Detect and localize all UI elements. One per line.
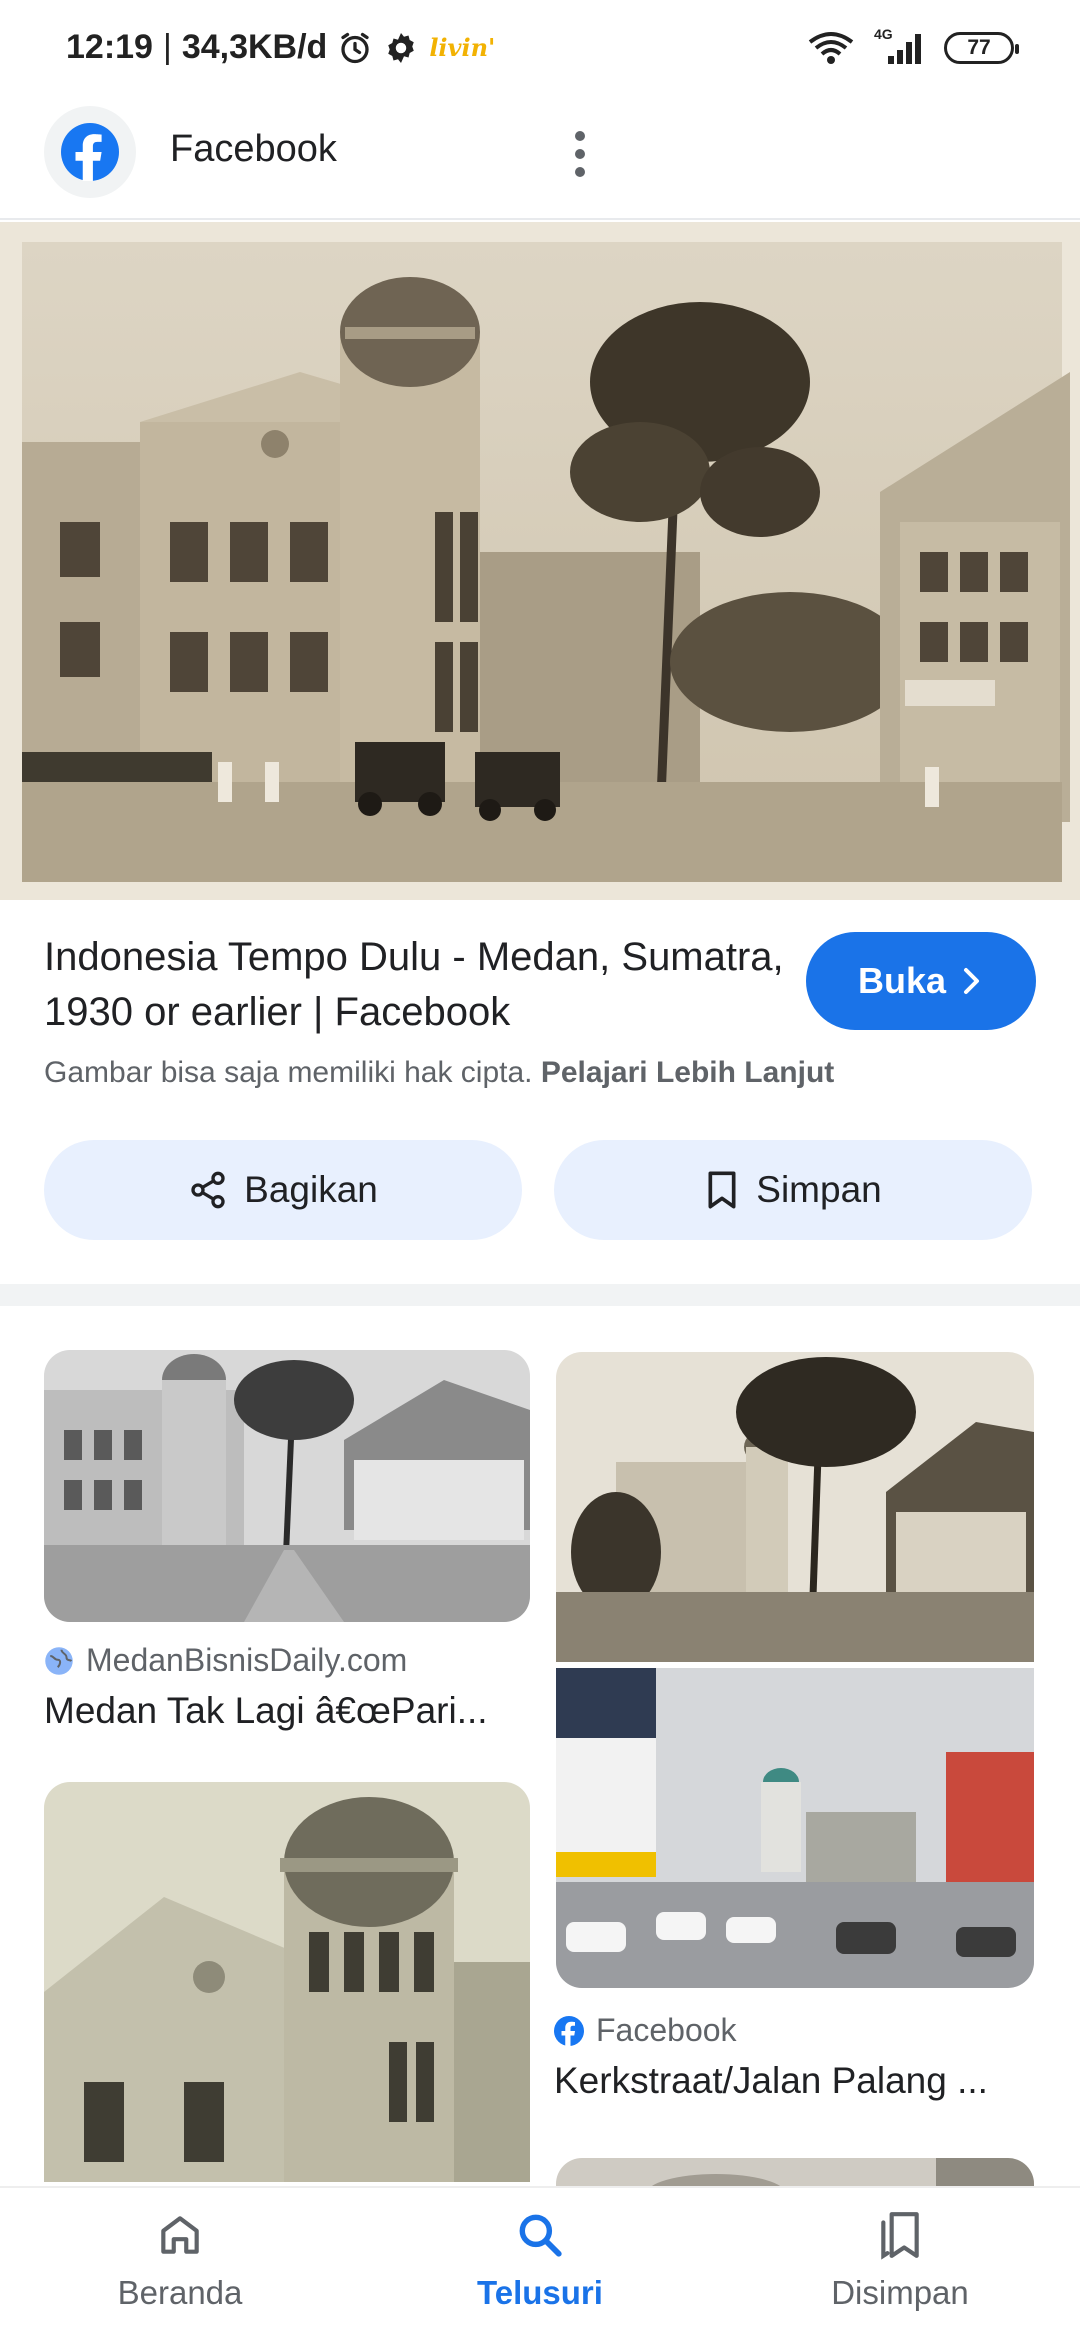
nav-saved-label: Disimpan: [831, 2274, 969, 2311]
wifi-icon: [808, 32, 854, 64]
main-result-image[interactable]: [0, 222, 1080, 900]
chevron-right-icon: [964, 968, 980, 994]
facebook-f-icon: [61, 123, 119, 181]
search-icon: [519, 2214, 562, 2257]
facebook-logo-icon[interactable]: [44, 106, 136, 198]
battery-level: 77: [967, 36, 991, 59]
nav-home[interactable]: Beranda: [70, 2210, 290, 2312]
nav-home-label: Beranda: [117, 2274, 243, 2311]
cell-signal-icon: 4G: [872, 26, 928, 66]
status-bar: 12:19 | 34,3KB/d livin' 4G 77: [0, 0, 1080, 100]
bookmark-icon: [708, 1171, 736, 1209]
status-speed: 34,3KB/d: [181, 28, 328, 66]
settings-gear-icon: [388, 32, 415, 63]
related-image-1[interactable]: [44, 1350, 530, 1622]
open-button[interactable]: Buka: [806, 932, 1036, 1030]
save-button[interactable]: Simpan: [554, 1140, 1032, 1240]
status-right: 4G 77: [806, 26, 1019, 66]
section-divider: [0, 1284, 1080, 1306]
nav-search-label: Telusuri: [477, 2274, 603, 2311]
status-separator: |: [162, 28, 172, 66]
status-left: 12:19 | 34,3KB/d livin': [66, 28, 495, 67]
related-source-1: MedanBisnisDaily.com: [44, 1642, 407, 1679]
bw-street-photo: [44, 1350, 530, 1622]
related-source-2: Facebook: [554, 2012, 737, 2049]
sepia-street-photo: [0, 222, 1080, 900]
top-app-bar: Facebook: [0, 104, 1080, 224]
share-label: Bagikan: [244, 1169, 378, 1210]
home-icon: [161, 2216, 199, 2254]
related-source-label-1: MedanBisnisDaily.com: [86, 1642, 408, 1678]
facebook-small-icon: [554, 2015, 584, 2046]
battery-icon: 77: [944, 32, 1019, 64]
save-label: Simpan: [756, 1169, 882, 1210]
nav-search[interactable]: Telusuri: [430, 2210, 650, 2312]
related-image-2[interactable]: [556, 1352, 1034, 1988]
result-title[interactable]: Indonesia Tempo Dulu - Medan, Sumatra, 1…: [44, 930, 804, 1040]
share-icon: [191, 1171, 225, 1209]
related-source-label-2: Facebook: [596, 2012, 737, 2048]
copyright-text: Gambar bisa saja memiliki hak cipta.: [44, 1056, 533, 1089]
more-vert-icon: [575, 131, 585, 177]
learn-more-link[interactable]: Pelajari Lebih Lanjut: [541, 1056, 834, 1089]
alarm-icon: [341, 32, 369, 63]
building-dome-photo: [44, 1782, 530, 2182]
open-button-label: Buka: [857, 960, 947, 1001]
related-image-3[interactable]: [44, 1782, 530, 2182]
related-caption-2[interactable]: Kerkstraat/Jalan Palang ...: [554, 2060, 1040, 2102]
nav-saved[interactable]: Disimpan: [790, 2210, 1010, 2312]
then-and-now-photo: [556, 1352, 1034, 1988]
copyright-notice: Gambar bisa saja memiliki hak cipta. Pel…: [44, 1056, 834, 1090]
related-caption-1[interactable]: Medan Tak Lagi â€œPari...: [44, 1690, 534, 1732]
app-bar-divider: [0, 218, 1080, 220]
source-site-title[interactable]: Facebook: [170, 128, 337, 171]
globe-icon: [45, 1646, 73, 1675]
bottom-navigation: Beranda Telusuri Disimpan: [0, 2186, 1080, 2340]
status-time: 12:19: [66, 28, 153, 66]
signal-bars-icon: [888, 34, 921, 64]
saved-collections-icon: [881, 2212, 919, 2260]
livin-notification-icon: livin': [429, 33, 496, 62]
more-options-button[interactable]: [550, 118, 610, 190]
share-button[interactable]: Bagikan: [44, 1140, 522, 1240]
